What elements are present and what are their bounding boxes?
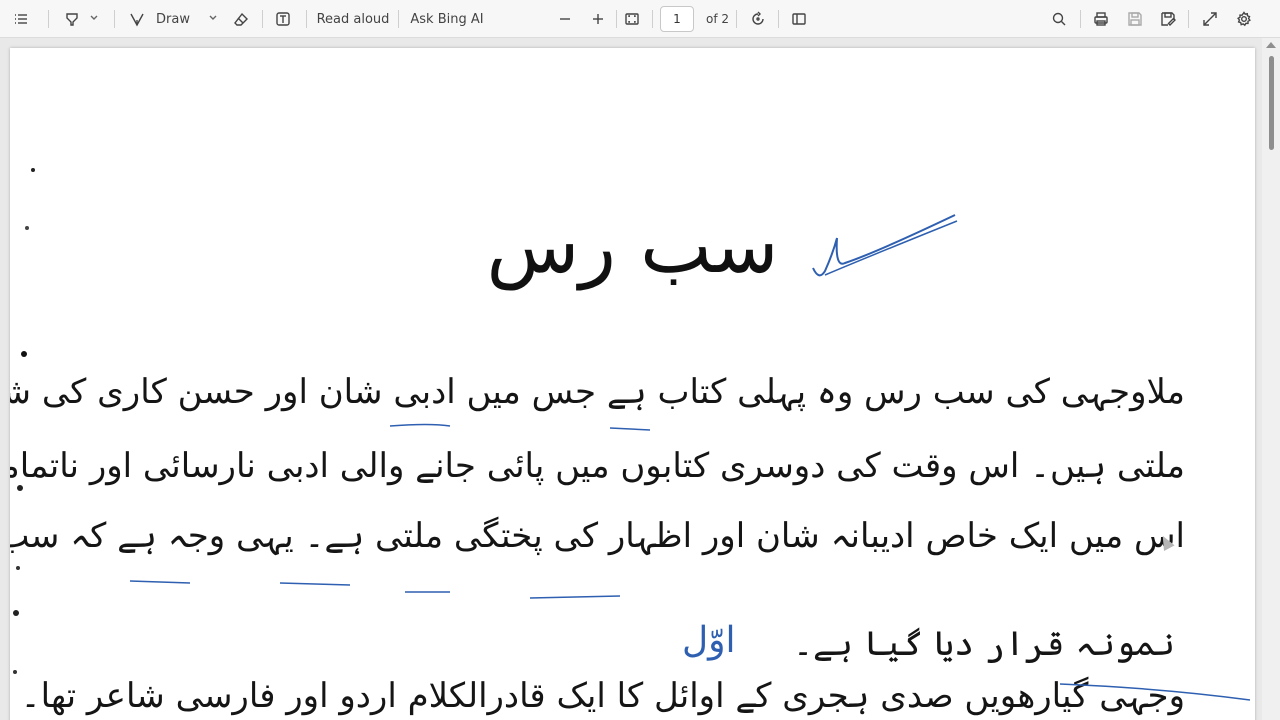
toolbar-divider bbox=[1080, 10, 1081, 28]
expand-icon bbox=[1199, 8, 1221, 30]
save-button[interactable] bbox=[1122, 4, 1148, 34]
table-of-contents-button[interactable] bbox=[8, 4, 34, 34]
read-aloud-button[interactable]: Read aloud bbox=[314, 4, 392, 34]
fit-page-icon bbox=[621, 8, 643, 30]
rotate-icon bbox=[747, 8, 769, 30]
page-number-input[interactable] bbox=[660, 6, 694, 32]
toolbar-divider bbox=[262, 10, 263, 28]
ask-bing-label: Ask Bing AI bbox=[410, 11, 484, 27]
ask-bing-button[interactable]: Ask Bing AI bbox=[408, 4, 486, 34]
draw-button[interactable]: Draw bbox=[126, 4, 218, 34]
minus-icon bbox=[554, 8, 576, 30]
save-as-button[interactable] bbox=[1155, 4, 1181, 34]
print-icon bbox=[1090, 8, 1112, 30]
list-icon bbox=[10, 8, 32, 30]
text-box-icon bbox=[272, 8, 294, 30]
gear-icon bbox=[1233, 8, 1255, 30]
erase-button[interactable] bbox=[228, 4, 254, 34]
plus-icon bbox=[587, 8, 609, 30]
print-button[interactable] bbox=[1088, 4, 1114, 34]
rotate-button[interactable] bbox=[745, 4, 771, 34]
zoom-out-button[interactable] bbox=[552, 4, 578, 34]
read-aloud-label: Read aloud bbox=[316, 11, 390, 27]
margin-note: اوّل bbox=[682, 620, 736, 661]
vertical-scrollbar[interactable] bbox=[1262, 38, 1280, 720]
highlighter-icon bbox=[61, 8, 83, 30]
toolbar-divider bbox=[398, 10, 399, 28]
draw-label: Draw bbox=[156, 11, 190, 27]
toolbar-divider bbox=[306, 10, 307, 28]
pen-icon bbox=[126, 8, 148, 30]
zoom-in-button[interactable] bbox=[585, 4, 611, 34]
add-text-button[interactable] bbox=[270, 4, 296, 34]
scroll-thumb[interactable] bbox=[1269, 56, 1274, 150]
chevron-down-icon bbox=[89, 12, 99, 27]
toolbar-divider bbox=[736, 10, 737, 28]
eraser-icon bbox=[230, 8, 252, 30]
search-button[interactable] bbox=[1046, 4, 1072, 34]
chevron-down-icon bbox=[208, 12, 218, 27]
fit-page-button[interactable] bbox=[619, 4, 645, 34]
scroll-up-arrow[interactable] bbox=[1266, 42, 1276, 48]
pdf-page: سب رس ملاوجہی کی سب رس وہ پہلی کتاب ہے ج… bbox=[10, 48, 1255, 720]
toolbar-divider bbox=[48, 10, 49, 28]
toolbar-divider bbox=[652, 10, 653, 28]
toolbar-divider bbox=[616, 10, 617, 28]
fullscreen-button[interactable] bbox=[1197, 4, 1223, 34]
pdf-toolbar: Draw Read aloud Ask Bing AI 1 of 2 bbox=[0, 0, 1280, 38]
save-as-icon bbox=[1157, 8, 1179, 30]
highlight-button[interactable] bbox=[56, 4, 104, 34]
page-view-icon bbox=[788, 8, 810, 30]
page-view-button[interactable] bbox=[786, 4, 812, 34]
toolbar-divider bbox=[1188, 10, 1189, 28]
toolbar-divider bbox=[778, 10, 779, 28]
page-total-label: of 2 bbox=[706, 12, 730, 26]
settings-button[interactable] bbox=[1231, 4, 1257, 34]
document-viewer[interactable]: سب رس ملاوجہی کی سب رس وہ پہلی کتاب ہے ج… bbox=[0, 38, 1280, 720]
search-icon bbox=[1048, 8, 1070, 30]
toolbar-divider bbox=[114, 10, 115, 28]
save-icon bbox=[1124, 8, 1146, 30]
pen-underlines bbox=[129, 423, 1251, 701]
